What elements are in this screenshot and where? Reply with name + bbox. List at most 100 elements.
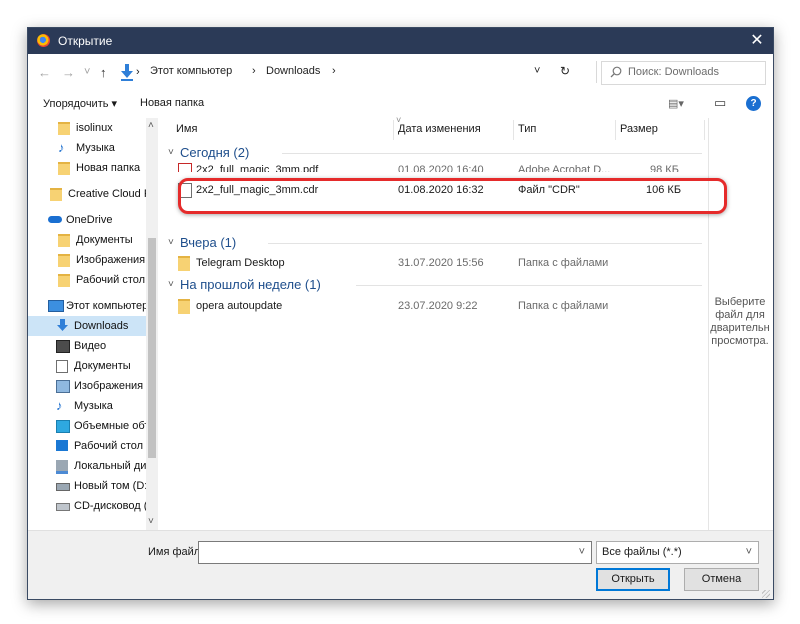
open-button[interactable]: Открыть: [596, 568, 670, 591]
music-icon: ♪: [58, 140, 65, 155]
3d-objects-icon: [56, 420, 70, 433]
folder-icon: [178, 256, 190, 271]
sidebar-item-onedrive[interactable]: OneDrive: [28, 210, 146, 230]
music-icon: ♪: [56, 398, 63, 413]
refresh-button[interactable]: ↻: [560, 64, 570, 78]
sidebar-item-onedrive-documents[interactable]: Документы: [28, 230, 146, 250]
column-divider[interactable]: [704, 120, 705, 140]
sidebar-item-label: Рабочий стол: [76, 274, 146, 286]
sidebar-item-music[interactable]: ♪ Музыка: [28, 138, 146, 158]
cancel-button[interactable]: Отмена: [684, 568, 759, 591]
column-divider[interactable]: [513, 120, 514, 140]
sidebar-item-documents[interactable]: Документы: [28, 356, 146, 376]
organize-button[interactable]: Упорядочить ▾: [43, 97, 117, 110]
address-dropdown-button[interactable]: ˅: [534, 65, 540, 77]
desktop-icon: [56, 440, 68, 451]
forward-button[interactable]: →: [62, 65, 75, 80]
filename-dropdown-arrow[interactable]: ˅: [579, 546, 585, 558]
table-row[interactable]: opera autoupdate 23.07.2020 9:22 Папка с…: [174, 296, 704, 316]
breadcrumb-separator-3: ›: [332, 65, 336, 77]
recent-locations-button[interactable]: ˅: [84, 66, 90, 78]
sidebar-scroll-thumb[interactable]: [148, 238, 156, 458]
sidebar-item-new-folder[interactable]: Новая папка: [28, 158, 146, 178]
sidebar-item-music-2[interactable]: ♪ Музыка: [28, 396, 146, 416]
group-header-yesterday[interactable]: Вчера (1): [180, 235, 236, 250]
table-row[interactable]: 2x2_full_magic_3mm.pdf 01.08.2020 16:40 …: [174, 160, 704, 172]
group-divider: [356, 285, 702, 286]
column-header-type[interactable]: Тип: [518, 123, 536, 135]
sidebar-item-3d-objects[interactable]: Объемные объ: [28, 416, 146, 436]
sidebar-item-label: Этот компьютер: [66, 300, 146, 312]
help-button[interactable]: ?: [746, 96, 761, 111]
folder-icon: [58, 122, 70, 135]
sidebar-item-label: Музыка: [76, 142, 115, 154]
sidebar-item-label: Музыка: [74, 400, 113, 412]
sidebar-item-label: isolinux: [76, 122, 113, 134]
preview-pane-button[interactable]: ▭: [714, 95, 726, 111]
address-bar[interactable]: Этот компьютер › Downloads › ˅ ↻: [146, 61, 591, 83]
sidebar-item-label: Новая папка: [76, 162, 141, 174]
group-divider: [282, 153, 702, 154]
sidebar-item-onedrive-pictures[interactable]: Изображения: [28, 250, 146, 270]
address-divider: [596, 61, 597, 83]
close-button[interactable]: ✕: [747, 31, 767, 51]
folder-icon: [178, 299, 190, 314]
breadcrumb-downloads[interactable]: Downloads: [266, 65, 320, 77]
sidebar-item-this-pc[interactable]: Этот компьютер: [28, 296, 146, 316]
sidebar-item-label: CD-дисковод (F: [74, 500, 146, 512]
filetype-value: Все файлы (*.*): [602, 546, 682, 558]
column-header-size[interactable]: Размер: [620, 123, 658, 135]
table-row[interactable]: Telegram Desktop 31.07.2020 15:56 Папка …: [174, 253, 704, 273]
file-size: 98 КБ: [650, 164, 679, 172]
column-header-name[interactable]: Имя: [176, 123, 197, 135]
column-divider[interactable]: [393, 120, 394, 140]
cd-drive-icon: [56, 503, 70, 511]
scroll-up-arrow[interactable]: ˄: [148, 120, 154, 131]
scroll-down-arrow[interactable]: ˅: [148, 516, 154, 527]
file-name: Telegram Desktop: [196, 257, 285, 269]
up-button[interactable]: ↑: [100, 65, 107, 80]
group-toggle[interactable]: ˅: [168, 279, 174, 290]
sidebar-item-video[interactable]: Видео: [28, 336, 146, 356]
group-divider: [268, 243, 702, 244]
resize-grip[interactable]: [762, 590, 770, 598]
breadcrumb-separator: ›: [136, 66, 140, 78]
download-location-icon: [121, 64, 133, 81]
back-button[interactable]: ←: [38, 65, 51, 80]
open-file-dialog: Открытие ✕ ← → ˅ ↑ › Этот компьютер › Do…: [27, 27, 774, 600]
sidebar-item-label: Creative Cloud Fil: [68, 188, 146, 200]
column-header-date[interactable]: Дата изменения: [398, 123, 481, 135]
change-view-button[interactable]: ▤▾: [668, 97, 684, 110]
file-date: 01.08.2020 16:40: [398, 164, 484, 172]
sidebar-item-volume-d[interactable]: Новый том (D:): [28, 476, 146, 496]
search-icon: [610, 66, 622, 78]
file-name: opera autoupdate: [196, 300, 283, 312]
breadcrumb-this-pc[interactable]: Этот компьютер: [150, 65, 232, 77]
new-folder-button[interactable]: Новая папка: [140, 97, 204, 109]
group-header-last-week[interactable]: На прошлой неделе (1): [180, 277, 321, 292]
sidebar-item-local-disk[interactable]: Локальный дис: [28, 456, 146, 476]
filetype-select[interactable]: Все файлы (*.*) ˅: [596, 541, 759, 564]
sidebar-item-isolinux[interactable]: isolinux: [28, 118, 146, 138]
drive-icon: [56, 460, 68, 474]
folder-icon: [58, 274, 70, 287]
filename-input[interactable]: ˅: [198, 541, 592, 564]
chrome-icon: [37, 34, 50, 47]
drive-icon: [56, 483, 70, 491]
group-toggle[interactable]: ˅: [168, 147, 174, 158]
sidebar-item-label: Объемные объ: [74, 420, 146, 432]
search-box[interactable]: Поиск: Downloads: [601, 61, 766, 85]
sidebar-item-label: Изображения: [74, 380, 144, 392]
column-divider[interactable]: [615, 120, 616, 140]
sidebar-item-downloads[interactable]: Downloads: [28, 316, 146, 336]
sidebar-item-pictures[interactable]: Изображения: [28, 376, 146, 396]
computer-icon: [48, 300, 64, 312]
download-icon: [57, 319, 68, 331]
sidebar-item-desktop[interactable]: Рабочий стол: [28, 436, 146, 456]
sidebar-item-onedrive-desktop[interactable]: Рабочий стол: [28, 270, 146, 290]
sidebar-item-creative-cloud[interactable]: Creative Cloud Fil: [28, 184, 146, 204]
group-toggle[interactable]: ˅: [168, 237, 174, 248]
sidebar-item-cd-drive[interactable]: CD-дисковод (F: [28, 496, 146, 516]
command-toolbar: Упорядочить ▾ Новая папка ▤▾ ▭ ?: [28, 90, 773, 118]
group-header-today[interactable]: Сегодня (2): [180, 145, 249, 160]
